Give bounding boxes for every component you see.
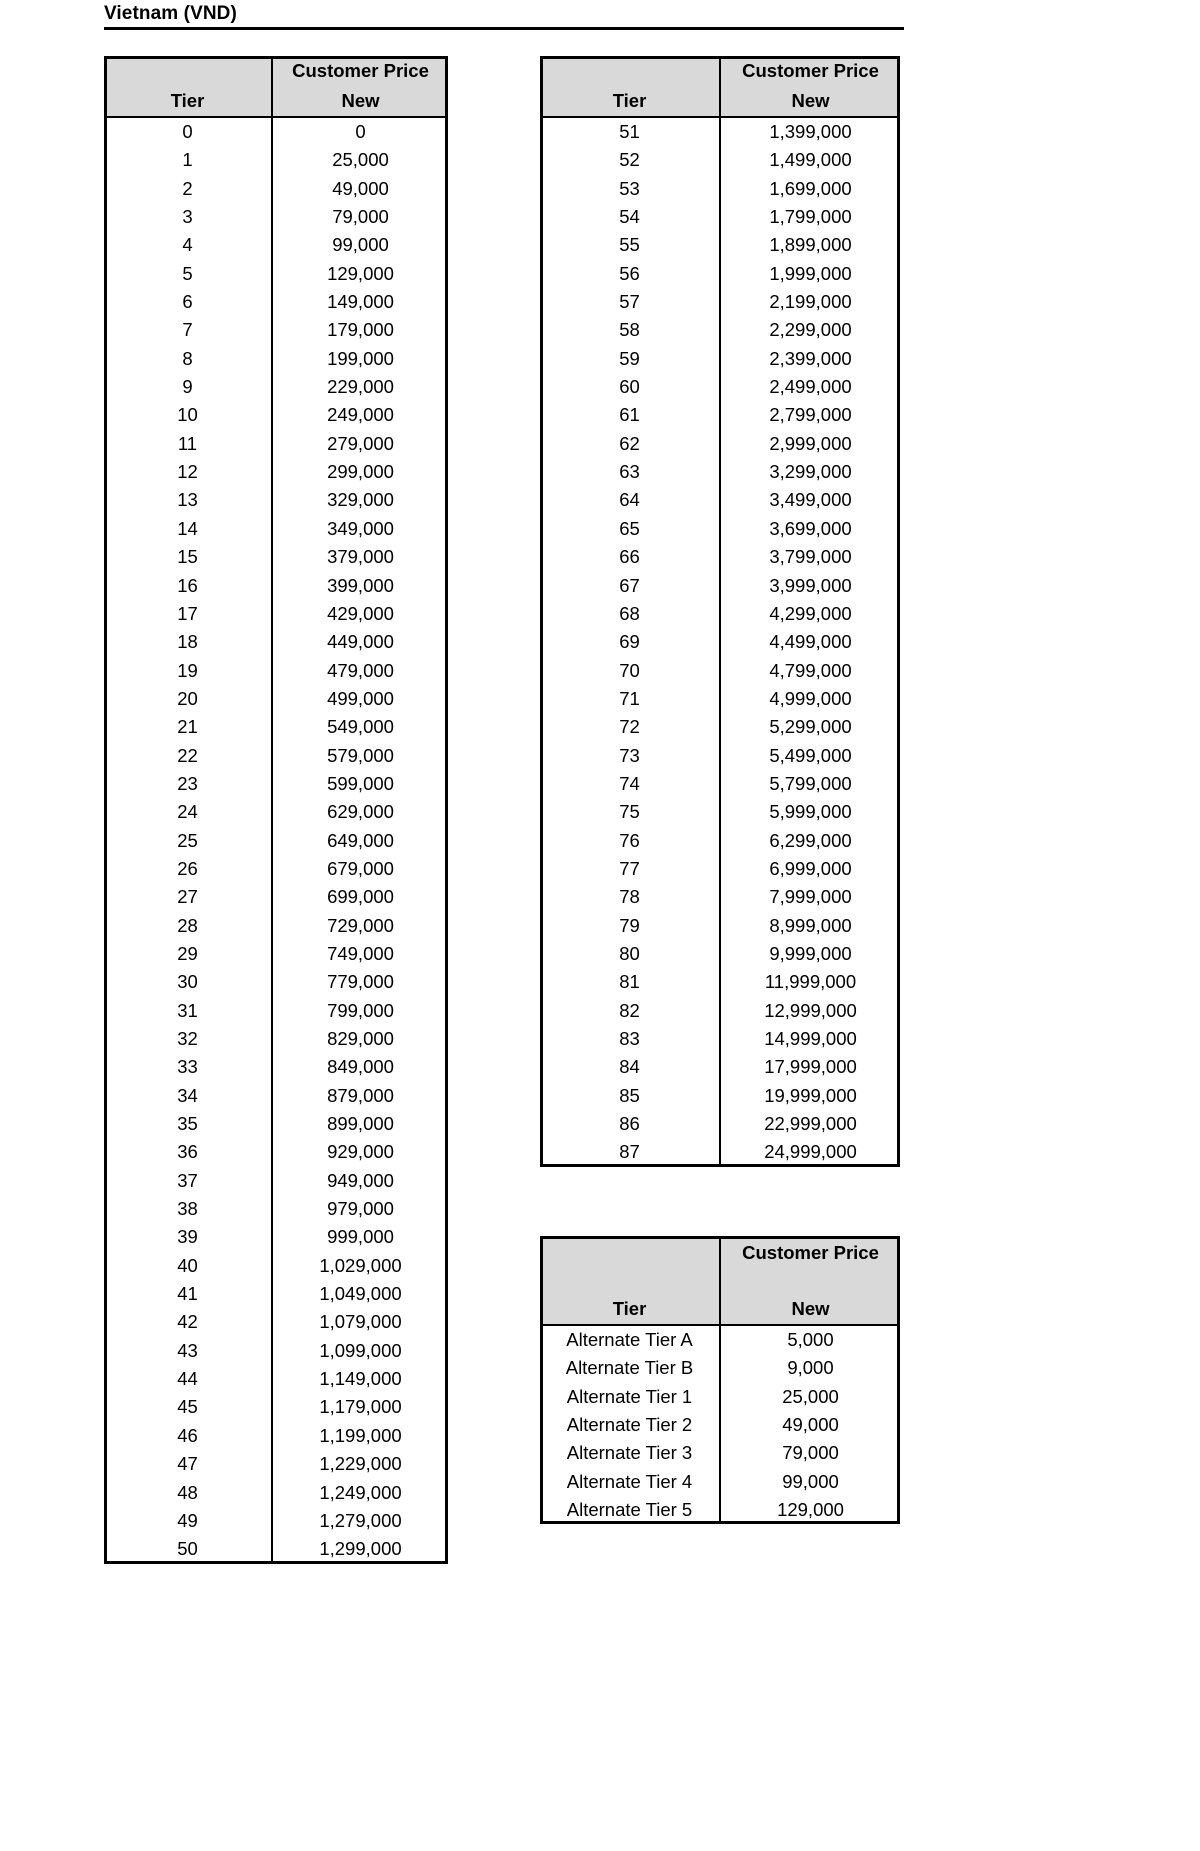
page-title: Vietnam (VND) (104, 3, 237, 24)
page-title-block: Vietnam (VND) (104, 2, 904, 30)
table-right-outline (540, 56, 900, 1167)
table-alt-outline (540, 1236, 900, 1525)
table-left-outline (104, 56, 448, 1564)
title-underline-rule (104, 27, 904, 30)
